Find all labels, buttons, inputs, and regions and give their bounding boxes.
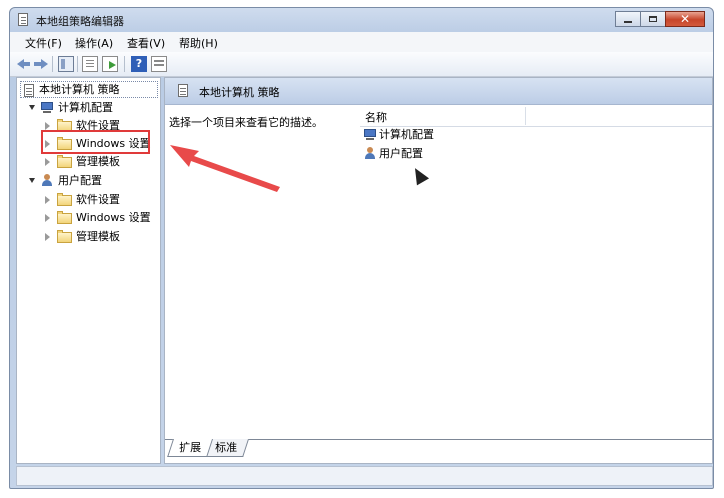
collapsed-arrow-icon[interactable]	[45, 233, 50, 241]
tree-pane[interactable]: 本地计算机 策略 计算机配置 软件设置 Windows 设置 管理模板 用户配置	[16, 77, 161, 464]
folder-icon	[57, 137, 72, 150]
show-hide-tree-button[interactable]	[58, 56, 74, 72]
users-icon	[40, 174, 54, 187]
collapsed-arrow-icon[interactable]	[45, 214, 50, 222]
column-header-name[interactable]: 名称	[365, 109, 387, 125]
column-divider[interactable]	[525, 107, 526, 125]
forward-button[interactable]	[33, 56, 49, 72]
window-title: 本地组策略编辑器	[36, 15, 124, 28]
list-item-user-config[interactable]: 用户配置	[362, 145, 482, 162]
folder-icon	[57, 193, 72, 206]
tree-item-label: 管理模板	[76, 230, 120, 243]
forward-arrow-icon	[41, 59, 48, 69]
toolbar-separator	[77, 56, 78, 72]
minimize-button[interactable]	[615, 11, 641, 27]
tree-item-label: Windows 设置	[76, 211, 151, 224]
details-header: 本地计算机 策略	[165, 78, 712, 105]
column-header[interactable]: 名称	[360, 107, 712, 127]
details-header-title: 本地计算机 策略	[199, 86, 280, 99]
app-window: 本地组策略编辑器 ✕ 文件(F) 操作(A) 查看(V) 帮助(H) ? 本地计…	[9, 7, 714, 489]
help-button[interactable]: ?	[131, 56, 147, 72]
maximize-button[interactable]	[640, 11, 666, 27]
tree-item-user-software[interactable]: 软件设置	[17, 191, 160, 208]
list-item-label: 计算机配置	[379, 128, 434, 141]
policy-document-icon	[18, 13, 28, 26]
tab-label: 标准	[215, 441, 238, 454]
tree-item-computer-admin[interactable]: 管理模板	[17, 153, 160, 170]
collapsed-arrow-icon[interactable]	[45, 196, 50, 204]
list-item-label: 用户配置	[379, 147, 423, 160]
toolbar: ?	[10, 52, 713, 77]
tree-item-label: 本地计算机 策略	[39, 83, 120, 96]
menu-file[interactable]: 文件(F)	[25, 35, 62, 51]
tree-item-label: 软件设置	[76, 193, 120, 206]
back-arrow-icon	[17, 59, 24, 69]
tab-label: 扩展	[179, 441, 202, 454]
tree-item-user-admin[interactable]: 管理模板	[17, 228, 160, 245]
export-list-button[interactable]	[102, 56, 118, 72]
tree-item-label: 计算机配置	[58, 101, 113, 114]
tree-item-computer-windows[interactable]: Windows 设置	[17, 135, 160, 152]
collapsed-arrow-icon[interactable]	[45, 122, 50, 130]
help-icon: ?	[135, 57, 143, 70]
toolbar-separator	[124, 56, 125, 72]
list-item-computer-config[interactable]: 计算机配置	[362, 126, 482, 143]
description-text: 选择一个项目来查看它的描述。	[169, 116, 323, 129]
tree-item-label: Windows 设置	[76, 137, 151, 150]
menu-help[interactable]: 帮助(H)	[179, 35, 218, 51]
computer-icon	[40, 102, 54, 113]
close-icon: ✕	[679, 12, 691, 26]
tree-item-root[interactable]: 本地计算机 策略	[20, 81, 158, 98]
toolbar-separator	[52, 56, 53, 72]
folder-icon	[57, 119, 72, 132]
tree-item-label: 管理模板	[76, 155, 120, 168]
tree-item-user-windows[interactable]: Windows 设置	[17, 209, 160, 226]
policy-document-icon	[178, 84, 188, 97]
expanded-arrow-icon[interactable]	[29, 105, 35, 110]
tab-extended[interactable]: 扩展	[167, 439, 213, 457]
properties-button[interactable]	[82, 56, 98, 72]
computer-icon	[363, 129, 377, 140]
back-button[interactable]	[16, 56, 32, 72]
window-controls: ✕	[615, 11, 705, 28]
folder-icon	[57, 230, 72, 243]
menu-view[interactable]: 查看(V)	[127, 35, 165, 51]
policy-document-icon	[24, 84, 34, 97]
tree-item-label: 用户配置	[58, 174, 102, 187]
tree-item-label: 软件设置	[76, 119, 120, 132]
close-button[interactable]: ✕	[665, 11, 705, 27]
view-tabs: 扩展 标准	[165, 438, 712, 463]
folder-icon	[57, 211, 72, 224]
tree-item-user-config[interactable]: 用户配置	[17, 172, 160, 189]
title-bar[interactable]: 本地组策略编辑器 ✕	[10, 8, 713, 32]
menu-bar: 文件(F) 操作(A) 查看(V) 帮助(H)	[10, 32, 713, 52]
filter-view-button[interactable]	[151, 56, 167, 72]
collapsed-arrow-icon[interactable]	[45, 158, 50, 166]
tree-item-computer-config[interactable]: 计算机配置	[17, 99, 160, 116]
expanded-arrow-icon[interactable]	[29, 178, 35, 183]
menu-action[interactable]: 操作(A)	[75, 35, 113, 51]
users-icon	[363, 147, 377, 160]
folder-icon	[57, 155, 72, 168]
mouse-cursor-icon	[408, 164, 430, 186]
tree-item-computer-software[interactable]: 软件设置	[17, 117, 160, 134]
collapsed-arrow-icon[interactable]	[45, 140, 50, 148]
details-pane[interactable]: 本地计算机 策略 选择一个项目来查看它的描述。 名称 计算机配置 用户配置 扩展…	[164, 77, 713, 464]
status-bar	[16, 466, 713, 486]
